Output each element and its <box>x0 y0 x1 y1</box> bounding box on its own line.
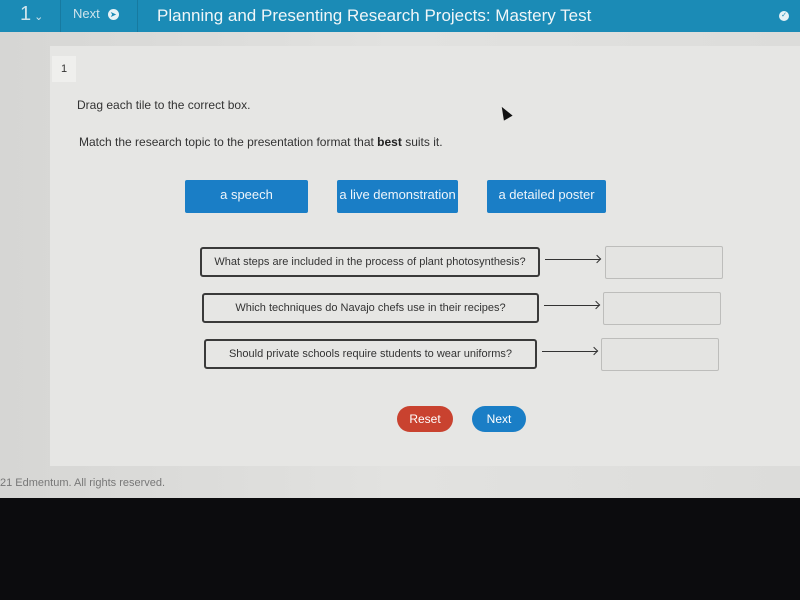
divider <box>137 0 138 32</box>
check-circle-icon[interactable]: ✓ <box>779 11 789 21</box>
drop-box-2[interactable] <box>603 292 721 325</box>
instruction: Drag each tile to the correct box. <box>77 98 251 112</box>
chevron-down-icon: ⌄ <box>34 11 44 23</box>
page-title: Planning and Presenting Research Project… <box>157 6 592 25</box>
arrow-icon <box>544 305 599 306</box>
top-bar: 1 ⌄ Next ➤ Planning and Presenting Researc… <box>0 0 800 32</box>
question-number-badge: 1 <box>52 56 76 82</box>
tile-detailed-poster[interactable]: a detailed poster <box>487 180 606 213</box>
reset-button[interactable]: Reset <box>397 406 453 432</box>
prompt-text-end: suits it. <box>401 135 443 149</box>
topic-photosynthesis: What steps are included in the process o… <box>200 247 540 277</box>
drop-box-1[interactable] <box>605 246 723 279</box>
tile-speech[interactable]: a speech <box>185 180 308 213</box>
top-next-button[interactable]: Next ➤ <box>73 6 119 21</box>
prompt-text: Match the research topic to the presenta… <box>79 135 378 149</box>
next-button[interactable]: Next <box>472 406 526 432</box>
prompt-bold: best <box>377 135 402 149</box>
question-number: 1 <box>20 3 32 25</box>
next-label: Next <box>73 6 100 21</box>
arrow-icon <box>542 351 597 352</box>
topic-school-uniforms: Should private schools require students … <box>204 339 537 369</box>
arrow-right-circle-icon: ➤ <box>107 9 119 20</box>
prompt: Match the research topic to the presenta… <box>79 135 443 149</box>
content-area: 1 Drag each tile to the correct box. Mat… <box>0 32 800 498</box>
divider <box>60 0 61 32</box>
question-selector[interactable]: 1 ⌄ <box>20 3 43 26</box>
copyright: 21 Edmentum. All rights reserved. <box>0 477 166 489</box>
drop-box-3[interactable] <box>601 338 719 371</box>
topic-navajo-chefs: Which techniques do Navajo chefs use in … <box>202 293 539 323</box>
tile-live-demonstration[interactable]: a live demonstration <box>337 180 458 213</box>
arrow-icon <box>545 259 600 260</box>
